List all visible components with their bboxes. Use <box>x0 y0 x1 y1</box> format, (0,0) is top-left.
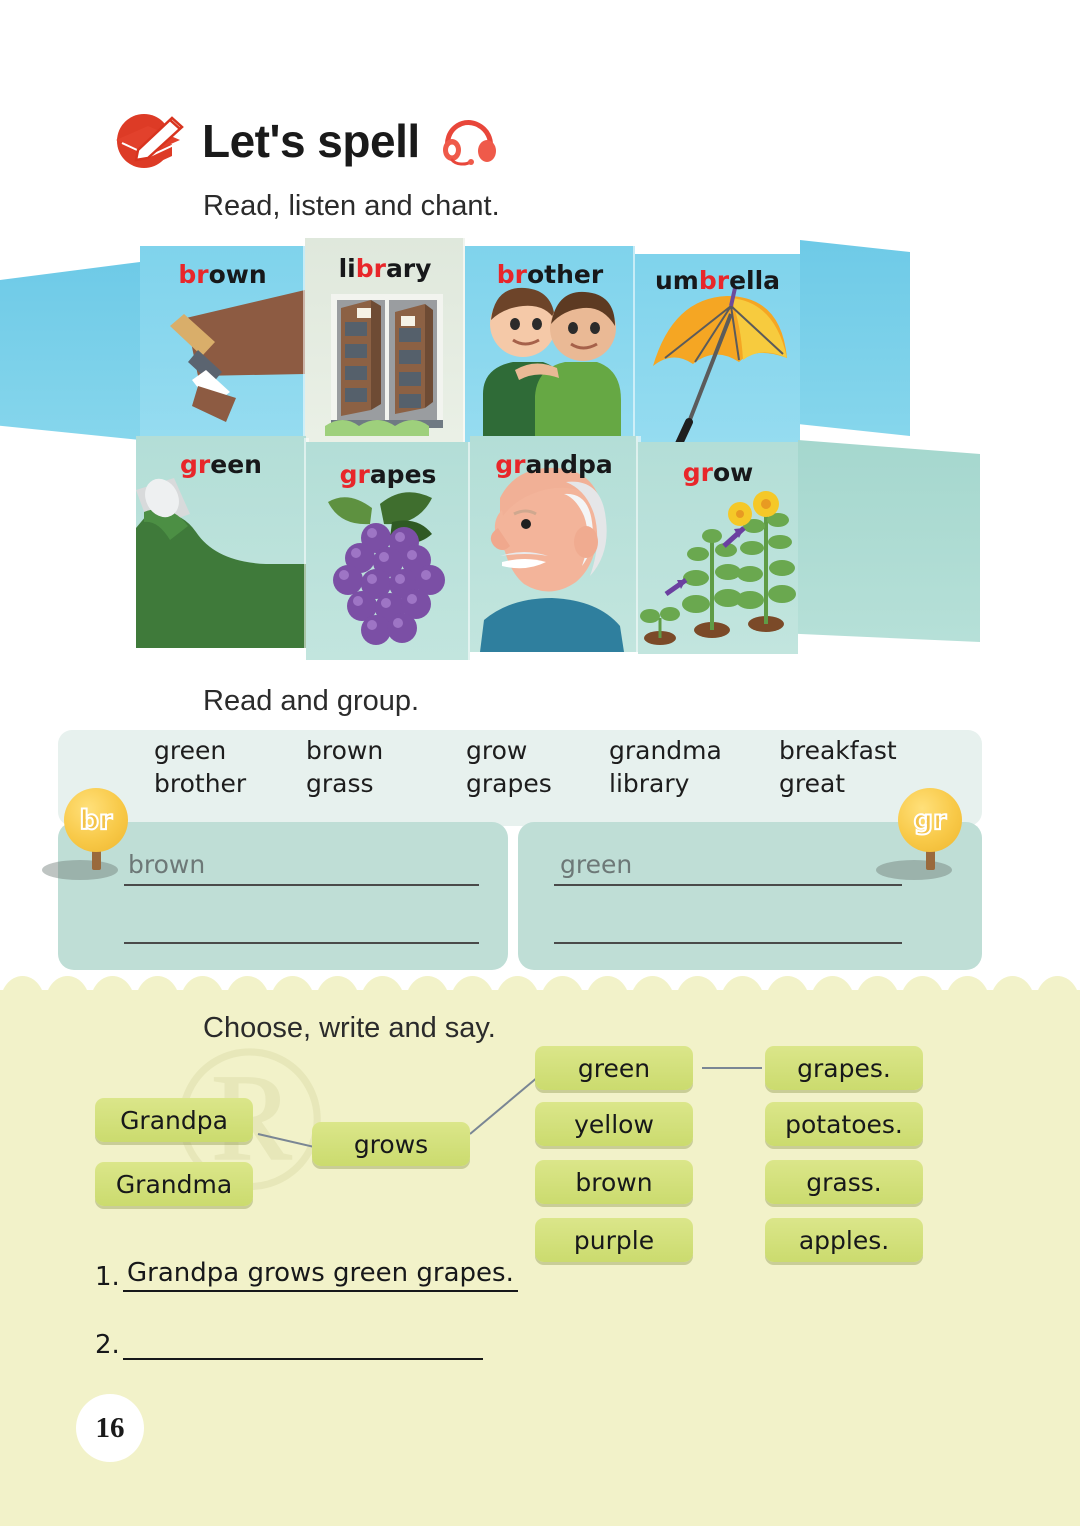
answer-text[interactable]: Grandpa grows green grapes. <box>123 1258 518 1292</box>
answer-blank[interactable] <box>123 1330 483 1360</box>
word-bank-word: grandma <box>609 736 722 765</box>
chant-word-grandpa: grandpa <box>495 450 613 479</box>
chant-panel-library: library <box>305 238 465 442</box>
accordion-blank-panel-right2 <box>798 440 980 642</box>
word-bank-word: grow <box>466 736 528 765</box>
chant-word-library: library <box>338 254 432 283</box>
read-and-group-title: Read and group. <box>203 685 420 717</box>
answer-word-gr-1: green <box>560 850 633 879</box>
card-subject-grandma[interactable]: Grandma <box>95 1162 253 1206</box>
chant-panel-grapes: grapes <box>306 442 470 660</box>
badge-shadow <box>876 860 952 880</box>
badge-gr-label: gr <box>898 788 962 852</box>
chant-panel-brown: brown <box>140 246 305 442</box>
badge-shadow <box>42 860 118 880</box>
card-label: potatoes. <box>785 1109 903 1139</box>
answer-line-gr-2[interactable] <box>554 942 902 944</box>
card-label: grapes. <box>797 1053 891 1083</box>
badge-br-label: br <box>64 788 128 852</box>
word-bank-row-1: green brown grow grandma breakfast <box>58 736 982 765</box>
word-bank-word: grass <box>306 769 374 798</box>
card-adjective-green[interactable]: green <box>535 1046 693 1090</box>
page-title: Let's spell <box>202 115 420 167</box>
card-subject-grandpa[interactable]: Grandpa <box>95 1098 253 1142</box>
choose-write-say-title: Choose, write and say. <box>203 1012 496 1044</box>
connector-adjective-object <box>702 1067 762 1069</box>
graduation-cap-pencil-icon <box>110 110 188 172</box>
card-object-grapes[interactable]: grapes. <box>765 1046 923 1090</box>
sentence-answer-row-2: 2. <box>95 1330 518 1360</box>
chant-panel-brother: brother <box>465 246 635 442</box>
chant-word-grow: grow <box>682 458 754 487</box>
chant-word-grapes: grapes <box>339 460 437 489</box>
word-bank: green brown grow grandma breakfast broth… <box>58 730 982 826</box>
card-label: green <box>577 1053 651 1083</box>
chant-panel-umbrella: umbrella <box>635 254 800 450</box>
badge-gr: gr <box>876 788 962 880</box>
headphones-icon <box>440 116 496 166</box>
word-bank-word: grapes <box>466 769 552 798</box>
chant-word-brother: brother <box>496 260 604 289</box>
word-bank-row-2: brother grass grapes library great <box>58 769 982 798</box>
card-adjective-brown[interactable]: brown <box>535 1160 693 1204</box>
card-label: grass. <box>806 1167 882 1197</box>
card-verb-grows[interactable]: grows <box>312 1122 470 1166</box>
word-bank-word: green <box>154 736 227 765</box>
word-bank-word: library <box>609 769 690 798</box>
badge-br: br <box>42 788 128 880</box>
card-object-grass[interactable]: grass. <box>765 1160 923 1204</box>
accordion-blank-panel-left <box>0 262 140 440</box>
chant-illustration: brown library brother umbrella green gra… <box>0 228 1080 660</box>
page-header: Let's spell <box>110 110 496 172</box>
chant-panel-grandpa: grandpa <box>470 436 638 652</box>
answer-line-gr-1[interactable] <box>554 884 902 886</box>
card-label: apples. <box>798 1225 890 1255</box>
card-label: Grandpa <box>120 1105 228 1135</box>
card-object-apples[interactable]: apples. <box>765 1218 923 1262</box>
card-adjective-yellow[interactable]: yellow <box>535 1102 693 1146</box>
page-number: 16 <box>76 1394 144 1462</box>
answer-line-br-1[interactable] <box>124 884 479 886</box>
sentence-answer-row-1: 1. Grandpa grows green grapes. <box>95 1258 518 1292</box>
card-label: grows <box>353 1129 429 1159</box>
card-label: yellow <box>574 1109 654 1139</box>
header-subtitle: Read, listen and chant. <box>203 190 500 222</box>
sentence-answers: 1. Grandpa grows green grapes. 2. <box>95 1258 518 1360</box>
answer-line-br-2[interactable] <box>124 942 479 944</box>
card-label: brown <box>575 1167 653 1197</box>
word-bank-word: brother <box>154 769 247 798</box>
chant-word-umbrella: umbrella <box>654 266 781 295</box>
chant-panel-grow: grow <box>638 442 798 654</box>
word-bank-word: breakfast <box>779 736 897 765</box>
worksheet-page: Let's spell Read, listen and chant. brow… <box>0 0 1080 1526</box>
card-label: Grandma <box>115 1169 233 1199</box>
scalloped-edge <box>0 976 1080 1004</box>
chant-word-brown: brown <box>178 260 267 289</box>
answer-word-br-1: brown <box>128 850 206 879</box>
chant-panel-green: green <box>136 436 306 648</box>
card-object-potatoes[interactable]: potatoes. <box>765 1102 923 1146</box>
card-label: purple <box>573 1225 655 1255</box>
word-bank-word: brown <box>306 736 384 765</box>
chant-word-green: green <box>180 450 262 479</box>
card-adjective-purple[interactable]: purple <box>535 1218 693 1262</box>
accordion-blank-panel-right <box>800 240 910 436</box>
answer-number: 2. <box>95 1330 120 1360</box>
answer-number: 1. <box>95 1262 120 1292</box>
